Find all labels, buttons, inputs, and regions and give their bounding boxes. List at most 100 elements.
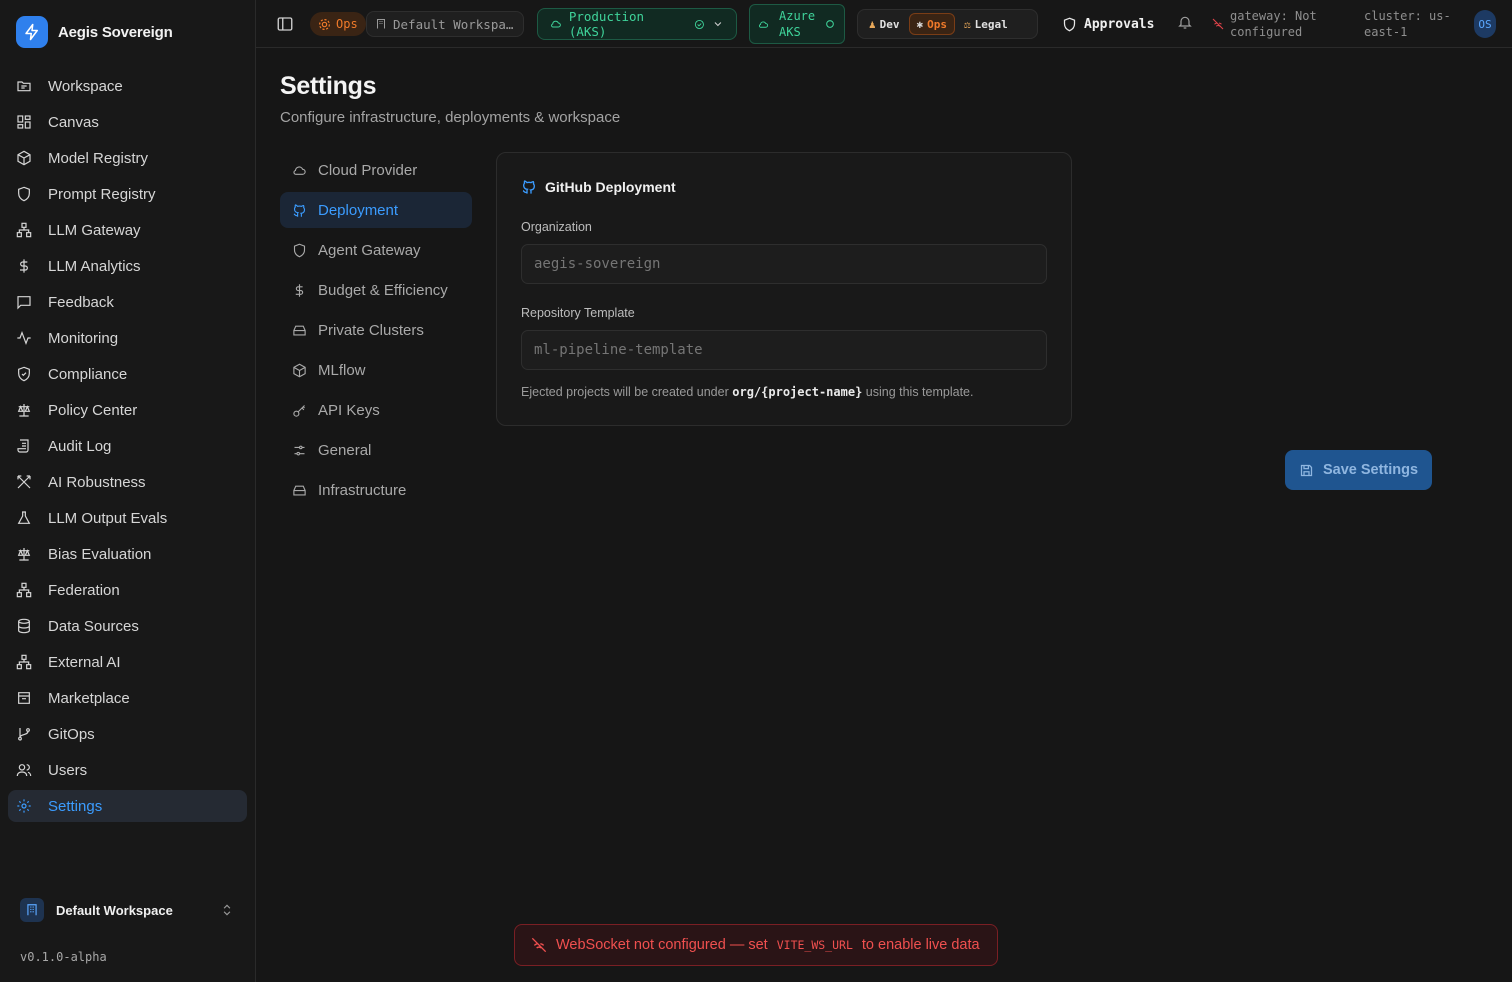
- grid-icon: [17, 115, 31, 129]
- sidebar-item-workspace[interactable]: Workspace: [8, 70, 247, 102]
- sidebar-item-settings[interactable]: Settings: [8, 790, 247, 822]
- tab-api-keys[interactable]: API Keys: [280, 392, 472, 428]
- cloud-provider-chip[interactable]: Azure AKS: [749, 4, 845, 44]
- bell-icon: [1178, 16, 1192, 29]
- topbar: Ops Default Workspa… Production (AKS) Az…: [256, 0, 1512, 48]
- sidebar-item-data-sources[interactable]: Data Sources: [8, 610, 247, 642]
- tab-mlflow[interactable]: MLflow: [280, 352, 472, 388]
- tab-agent-gateway[interactable]: Agent Gateway: [280, 232, 472, 268]
- sidebar-item-ai-robustness[interactable]: AI Robustness: [8, 466, 247, 498]
- sidebar-toggle-icon: [277, 17, 293, 31]
- repository-template-field[interactable]: [521, 330, 1047, 370]
- sidebar-item-llm-output-evals[interactable]: LLM Output Evals: [8, 502, 247, 534]
- git-branch-icon: [18, 728, 30, 741]
- toast-code: VITE_WS_URL: [776, 938, 853, 952]
- sidebar-item-llm-analytics[interactable]: LLM Analytics: [8, 250, 247, 282]
- sidebar-item-prompt-registry[interactable]: Prompt Registry: [8, 178, 247, 210]
- person-icon: ♟: [869, 17, 876, 31]
- cloud-provider-line2: AKS: [779, 25, 801, 39]
- hint-code: org/{project-name}: [732, 385, 863, 399]
- tab-infrastructure[interactable]: Infrastructure: [280, 472, 472, 508]
- lightning-icon: [16, 16, 48, 48]
- toast-suffix: to enable live data: [861, 937, 980, 953]
- tab-label: Agent Gateway: [318, 241, 421, 259]
- persona-dev-button[interactable]: ♟ Dev: [862, 13, 907, 35]
- sidebar-item-gitops[interactable]: GitOps: [8, 718, 247, 750]
- persona-chip[interactable]: Ops: [310, 12, 366, 36]
- shield-icon: [1063, 17, 1076, 31]
- workspace-chip[interactable]: Default Workspa…: [366, 11, 524, 37]
- sidebar-item-label: Marketplace: [48, 689, 130, 707]
- notifications-button[interactable]: [1177, 14, 1193, 30]
- tab-label: Private Clusters: [318, 321, 424, 339]
- cloud-icon: [759, 21, 769, 28]
- sidebar-item-feedback[interactable]: Feedback: [8, 286, 247, 318]
- database-icon: [18, 618, 30, 634]
- tab-deployment[interactable]: Deployment: [280, 192, 472, 228]
- approvals-button[interactable]: Approvals: [1062, 12, 1154, 36]
- cloud-icon: [551, 20, 561, 28]
- scale-icon: [17, 404, 31, 417]
- sidebar-item-users[interactable]: Users: [8, 754, 247, 786]
- network-icon: [16, 654, 32, 670]
- avatar[interactable]: OS: [1474, 10, 1496, 38]
- github-deployment-card: GitHub Deployment Organization Repositor…: [496, 152, 1072, 426]
- environment-selector[interactable]: Production (AKS): [537, 8, 737, 40]
- persona-ops-button[interactable]: ✱ Ops: [908, 13, 955, 35]
- persona-label: Ops: [927, 17, 947, 31]
- tab-general[interactable]: General: [280, 432, 472, 468]
- sidebar-item-label: External AI: [48, 653, 121, 671]
- sidebar-item-label: Monitoring: [48, 329, 119, 347]
- sidebar-item-federation[interactable]: Federation: [8, 574, 247, 606]
- sidebar-item-bias-evaluation[interactable]: Bias Evaluation: [8, 538, 247, 570]
- sidebar-item-label: Feedback: [48, 293, 114, 311]
- workspace-switcher[interactable]: Default Workspace: [12, 892, 244, 928]
- network-icon: [16, 582, 32, 598]
- gateway-status-line2: configured: [1230, 25, 1303, 39]
- tab-label: Budget & Efficiency: [318, 281, 448, 299]
- sidebar-nav: Workspace Canvas Model Registry Prompt R…: [8, 70, 247, 826]
- save-settings-button[interactable]: Save Settings: [1285, 450, 1432, 490]
- sidebar-item-label: Data Sources: [48, 617, 139, 635]
- tab-budget-efficiency[interactable]: Budget & Efficiency: [280, 272, 472, 308]
- organization-label: Organization: [521, 220, 592, 234]
- cluster-line1: cluster: us-: [1364, 9, 1451, 23]
- shield-check-icon: [18, 366, 30, 382]
- sidebar-item-monitoring[interactable]: Monitoring: [8, 322, 247, 354]
- sidebar-item-label: Canvas: [48, 113, 99, 131]
- sidebar-item-model-registry[interactable]: Model Registry: [8, 142, 247, 174]
- network-icon: [16, 222, 32, 238]
- tab-cloud-provider[interactable]: Cloud Provider: [280, 152, 472, 188]
- brand[interactable]: Aegis Sovereign: [16, 16, 173, 48]
- tab-private-clusters[interactable]: Private Clusters: [280, 312, 472, 348]
- persona-legal-button[interactable]: ⚖ Legal: [957, 13, 1015, 35]
- sidebar-toggle-button[interactable]: [276, 15, 294, 33]
- hint-suffix: using this template.: [865, 385, 974, 399]
- cube-icon: [17, 150, 31, 166]
- card-title-label: GitHub Deployment: [545, 179, 676, 195]
- server-icon: [293, 485, 306, 495]
- tab-label: General: [318, 441, 372, 459]
- organization-field[interactable]: [521, 244, 1047, 284]
- sidebar-item-label: LLM Gateway: [48, 221, 141, 239]
- tab-label: API Keys: [318, 401, 380, 419]
- cog-icon: ✱: [916, 17, 924, 31]
- sidebar-item-compliance[interactable]: Compliance: [8, 358, 247, 390]
- toast-prefix: WebSocket not configured — set: [556, 937, 768, 953]
- sidebar-item-policy-center[interactable]: Policy Center: [8, 394, 247, 426]
- workspace-chip-label: Default Workspa…: [393, 16, 514, 32]
- sidebar-item-label: Compliance: [48, 365, 128, 383]
- sidebar-item-llm-gateway[interactable]: LLM Gateway: [8, 214, 247, 246]
- wifi-off-icon: [1212, 18, 1224, 30]
- tab-label: Cloud Provider: [318, 161, 418, 179]
- sidebar-item-marketplace[interactable]: Marketplace: [8, 682, 247, 714]
- app-version: v0.1.0-alpha: [20, 950, 107, 964]
- sidebar-item-label: Settings: [48, 797, 103, 815]
- key-icon: [293, 404, 305, 417]
- sidebar: Aegis Sovereign Workspace Canvas Model R…: [0, 0, 256, 982]
- sidebar-item-canvas[interactable]: Canvas: [8, 106, 247, 138]
- card-title: GitHub Deployment: [521, 179, 676, 195]
- sidebar-item-audit-log[interactable]: Audit Log: [8, 430, 247, 462]
- sidebar-item-external-ai[interactable]: External AI: [8, 646, 247, 678]
- deployment-hint: Ejected projects will be created under o…: [521, 385, 973, 399]
